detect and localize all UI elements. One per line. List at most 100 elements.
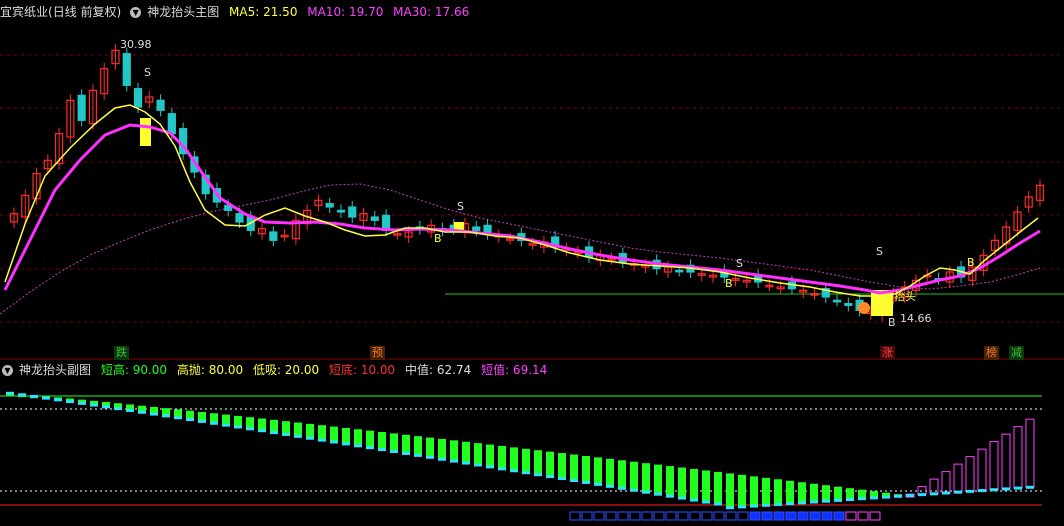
sub-bar bbox=[366, 430, 374, 448]
sub-dot bbox=[102, 405, 110, 409]
sub-dot bbox=[162, 414, 170, 418]
sub-bar bbox=[798, 482, 806, 503]
sub-bar bbox=[929, 478, 939, 495]
sub-bar bbox=[318, 425, 326, 441]
date-tag[interactable]: 预 bbox=[370, 346, 385, 360]
sub-dot bbox=[30, 394, 38, 398]
sub-dot bbox=[6, 391, 14, 395]
sub-bar bbox=[438, 438, 446, 460]
candlesticks bbox=[9, 44, 1045, 322]
sub-bar bbox=[546, 451, 554, 477]
bottom-marker bbox=[641, 511, 653, 521]
sub-bar bbox=[822, 485, 830, 502]
sub-bar bbox=[354, 429, 362, 446]
sub-dot bbox=[390, 450, 398, 454]
sub-bar bbox=[702, 470, 710, 503]
dragon-head-icon bbox=[858, 302, 870, 314]
bottom-marker bbox=[749, 511, 761, 521]
bottom-marker bbox=[809, 511, 821, 521]
sub-bar bbox=[630, 461, 638, 491]
date-tag[interactable]: 跌 bbox=[114, 346, 129, 360]
sub-dot bbox=[366, 446, 374, 450]
sub-bar bbox=[426, 437, 434, 458]
sub-bar bbox=[510, 447, 518, 471]
candle-body bbox=[675, 269, 684, 273]
sub-dot bbox=[282, 432, 290, 436]
sub-bar bbox=[834, 486, 842, 501]
sub-dot bbox=[414, 453, 422, 457]
candle-body bbox=[348, 206, 357, 218]
buy-mark: B bbox=[434, 232, 442, 245]
sub-bar bbox=[462, 441, 470, 464]
sub-dot bbox=[18, 393, 26, 397]
sub-dot bbox=[210, 421, 218, 425]
bottom-marker bbox=[773, 511, 785, 521]
sub-bar bbox=[306, 423, 314, 439]
sub-dot bbox=[342, 442, 350, 446]
sub-dot bbox=[462, 461, 470, 465]
sub-dot bbox=[678, 496, 686, 500]
sub-dot bbox=[906, 493, 914, 497]
sub-bar bbox=[690, 468, 698, 501]
sub-dot bbox=[702, 500, 710, 504]
sell-mark: S bbox=[457, 200, 464, 213]
bottom-marker bbox=[629, 511, 641, 521]
sub-bar bbox=[498, 445, 506, 469]
sub-dot bbox=[1014, 486, 1022, 490]
sub-bar bbox=[965, 456, 975, 492]
sub-dot bbox=[378, 448, 386, 452]
sub-dot bbox=[1026, 485, 1034, 489]
sub-dot bbox=[198, 419, 206, 423]
sub-dot bbox=[534, 473, 542, 477]
date-tag[interactable]: 减 bbox=[1009, 346, 1024, 360]
sub-bar bbox=[294, 422, 302, 437]
sub-dot bbox=[258, 429, 266, 433]
sub-dot bbox=[798, 501, 806, 505]
bottom-marker bbox=[569, 511, 581, 521]
stock-chart[interactable] bbox=[0, 0, 1064, 526]
bottom-marker bbox=[701, 511, 713, 521]
sub-dot bbox=[642, 490, 650, 494]
sub-dot bbox=[222, 423, 230, 427]
sub-dot bbox=[930, 492, 938, 496]
sub-dot bbox=[774, 502, 782, 506]
sub-dot bbox=[474, 463, 482, 467]
sub-dot bbox=[522, 471, 530, 475]
sub-dot bbox=[726, 506, 734, 510]
sub-bar bbox=[342, 427, 350, 444]
sub-dot bbox=[762, 503, 770, 507]
bottom-marker bbox=[653, 511, 665, 521]
sub-dot bbox=[318, 438, 326, 442]
ma5-line bbox=[4, 104, 1039, 297]
bottom-marker bbox=[761, 511, 773, 521]
sub-bar bbox=[750, 476, 758, 507]
sub-dot bbox=[486, 465, 494, 469]
sub-bar bbox=[390, 433, 398, 452]
sub-dot bbox=[330, 440, 338, 444]
candle-body bbox=[269, 231, 278, 241]
sub-bar bbox=[810, 483, 818, 503]
sub-dot bbox=[858, 497, 866, 501]
sell-mark: S bbox=[144, 66, 151, 79]
bottom-marker bbox=[725, 511, 737, 521]
signal-block bbox=[140, 118, 151, 146]
sub-bar bbox=[402, 434, 410, 454]
sub-dot bbox=[810, 500, 818, 504]
candle-body bbox=[235, 213, 244, 223]
sub-bar bbox=[941, 471, 951, 494]
sub-dot bbox=[126, 408, 134, 412]
sub-bar bbox=[450, 440, 458, 462]
bottom-marker bbox=[737, 511, 749, 521]
sub-dot bbox=[54, 398, 62, 402]
sub-dot bbox=[114, 407, 122, 411]
buy-mark: B bbox=[725, 277, 733, 290]
sub-dot bbox=[90, 403, 98, 407]
sub-dot bbox=[582, 480, 590, 484]
sub-indicator-bars bbox=[6, 391, 1035, 521]
sub-dot bbox=[750, 504, 758, 508]
sub-bar bbox=[738, 474, 746, 507]
date-tag[interactable]: 涨 bbox=[880, 346, 895, 360]
date-tag[interactable]: 榜 bbox=[984, 346, 999, 360]
low-price-label: 14.66 bbox=[900, 312, 932, 325]
sub-dot bbox=[66, 400, 74, 404]
